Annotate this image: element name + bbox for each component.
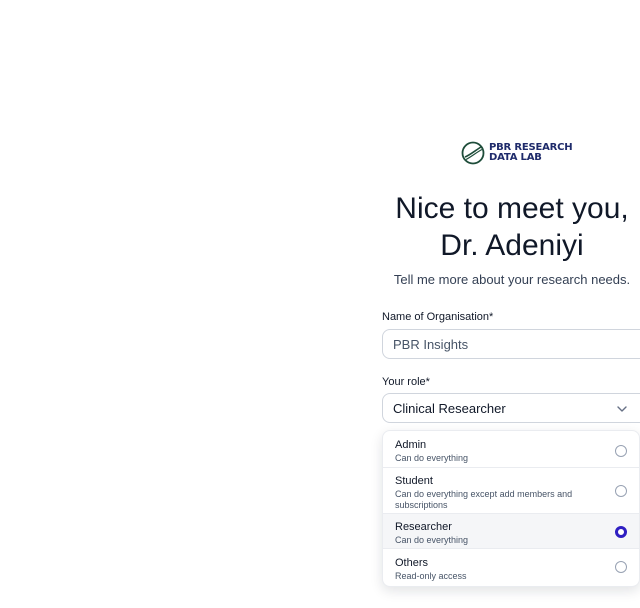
- role-select[interactable]: Clinical Researcher: [382, 393, 640, 423]
- radio-unselected-icon[interactable]: [615, 561, 627, 573]
- organisation-input-value: PBR Insights: [393, 336, 469, 352]
- radio-selected-icon[interactable]: [615, 526, 627, 538]
- role-option-title: Researcher: [395, 521, 452, 533]
- role-option-description: Can do everything: [395, 535, 469, 545]
- globe-logo-icon: [461, 141, 485, 165]
- role-option-admin[interactable]: Admin Can do everything: [383, 431, 639, 467]
- brand-name-line2: DATA LAB: [489, 152, 542, 163]
- page-title-line1: Nice to meet you,: [395, 192, 629, 225]
- brand-logo: PBR RESEARCH DATA LAB: [461, 141, 573, 165]
- role-option-title: Others: [395, 557, 429, 569]
- role-option-title: Admin: [395, 439, 427, 451]
- role-dropdown-menu: Admin Can do everything Student Can do e…: [382, 430, 640, 587]
- page-title: Nice to meet you, Dr. Adeniyi: [382, 190, 640, 264]
- organisation-input[interactable]: PBR Insights: [382, 329, 640, 359]
- role-option-others[interactable]: Others Read-only access: [383, 548, 639, 586]
- radio-unselected-icon[interactable]: [615, 445, 627, 457]
- role-option-student[interactable]: Student Can do everything except add mem…: [383, 467, 639, 513]
- role-option-description: Can do everything: [395, 453, 469, 463]
- brand-name: PBR RESEARCH DATA LAB: [489, 143, 573, 163]
- organisation-label: Name of Organisation*: [382, 311, 494, 323]
- role-select-value: Clinical Researcher: [393, 400, 506, 416]
- role-option-title: Student: [395, 475, 433, 487]
- role-option-researcher[interactable]: Researcher Can do everything: [383, 513, 639, 548]
- page-title-line2: Dr. Adeniyi: [440, 229, 584, 262]
- page-subtitle: Tell me more about your research needs.: [393, 272, 631, 287]
- role-option-description: Read-only access: [395, 571, 467, 581]
- role-option-description: Can do everything except add members and…: [395, 489, 573, 510]
- radio-unselected-icon[interactable]: [615, 485, 627, 497]
- role-label: Your role*: [382, 376, 430, 388]
- chevron-down-icon: [617, 406, 627, 412]
